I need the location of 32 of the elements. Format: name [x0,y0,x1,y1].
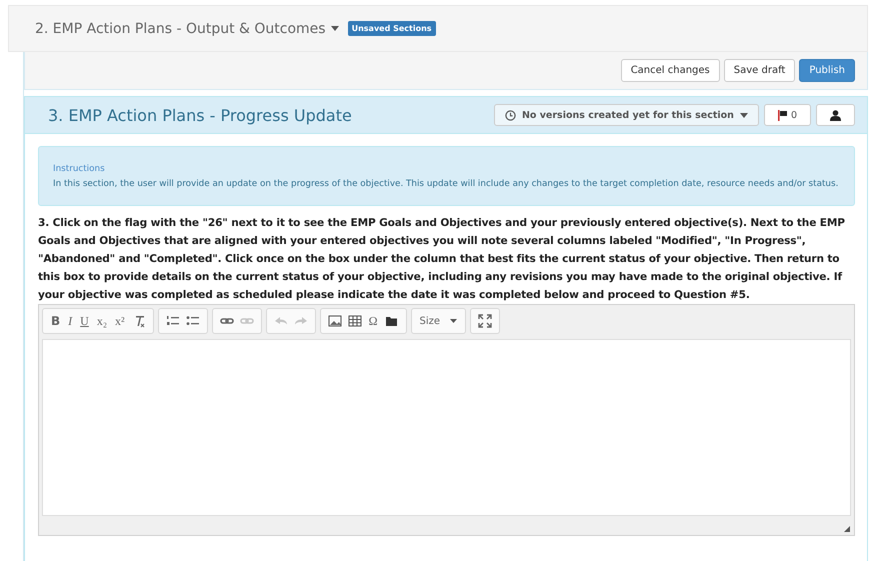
toolbar-button[interactable]: I [65,314,76,328]
numbered-icon[interactable] [166,314,180,328]
panel-title: 3. EMP Action Plans - Progress Update [48,106,352,124]
action-button[interactable]: Publish [799,59,855,82]
user-button[interactable] [816,104,855,126]
instructions-text: In this section, the user will provide an update on the progress of the objective. This update will include any changes to the target completion date, resource needs and/or status. [53,178,840,191]
caret-icon [330,26,339,31]
size-dropdown[interactable]: Size [416,316,460,326]
user-icon [830,110,841,120]
question-text: 3. Click on the flag with the "26" next to it to see the EMP Goals and Objectives and your previously entered objective(s). Next to the EMP Goals and Objectives that are aligned with your entered objectives you will note several columns labeled "Modified", "In Progress", "Abandoned" and "Completed". Click once on the box under the column that best fits the current status of your objective. Then return to this box to provide details on the current status of your objective, including any revisions you may have made to the original objective. If your objective was completed as scheduled please indicate the date it was completed below and proceed to Question #5. [38,216,846,303]
flag-button[interactable]: 0 [764,104,811,126]
toolbar-button[interactable]: x₂ [94,314,110,328]
flag-icon [778,110,788,120]
section-title[interactable]: 2. EMP Action Plans - Output & Outcomes [35,20,326,36]
toolbar-button[interactable]: x² [112,314,128,328]
clock-icon [504,110,516,120]
status-badge: Unsaved Sections [348,21,436,36]
image-icon[interactable] [328,314,342,328]
bulleted-icon[interactable] [186,314,200,328]
caret-icon [740,112,748,118]
toolbar-button[interactable]: U [77,314,92,328]
action-button[interactable]: Save draft [724,59,796,82]
caret-icon [450,319,458,323]
table-icon[interactable] [348,314,362,328]
action-button[interactable]: Cancel changes [620,59,720,82]
instructions-heading: Instructions [53,163,106,176]
resize-grip-icon[interactable] [844,526,850,532]
toolbar-button[interactable]: Ω [366,314,381,328]
versions-dropdown[interactable]: No versions created yet for this section [494,104,759,126]
maximize-icon[interactable] [478,314,492,328]
folder-icon[interactable] [384,314,399,328]
toolbar-button[interactable]: B [48,314,64,328]
